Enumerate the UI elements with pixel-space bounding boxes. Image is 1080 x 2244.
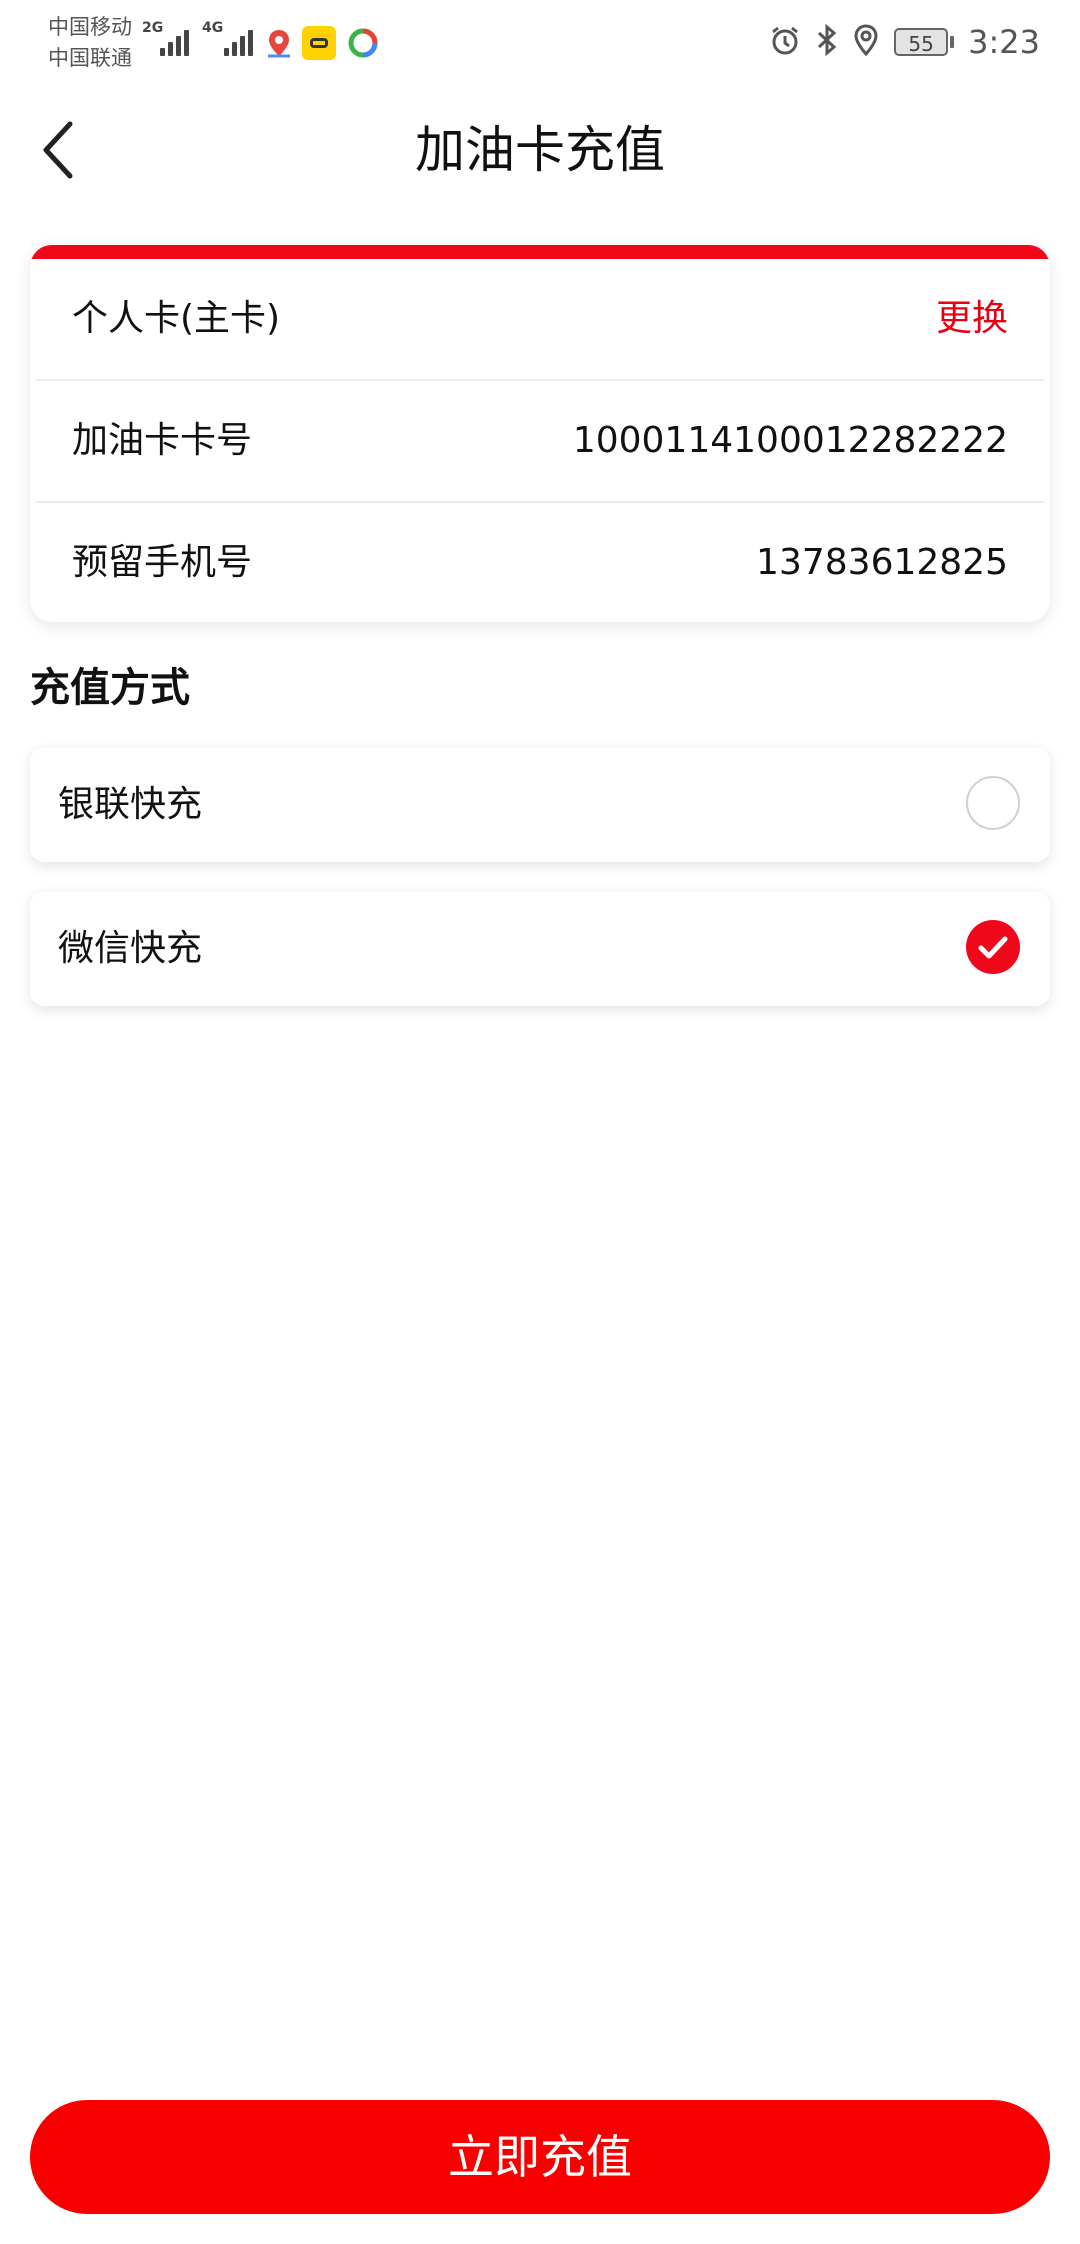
status-time: 3:23	[968, 23, 1040, 61]
recharge-method-title: 充值方式	[30, 665, 190, 711]
option-unionpay[interactable]: 银联快充	[30, 748, 1050, 862]
signal-icon-2: 4G	[202, 20, 262, 56]
battery-icon: 55	[894, 28, 955, 56]
location-icon	[852, 23, 880, 61]
nav-bar: 加油卡充值	[0, 100, 1080, 200]
browser-app-icon	[346, 26, 380, 60]
status-right: 55 3:23	[768, 20, 1040, 64]
carrier-1: 中国移动	[48, 15, 132, 39]
option-label: 银联快充	[58, 784, 203, 825]
page-title: 加油卡充值	[415, 121, 665, 179]
radio-unchecked-icon[interactable]	[966, 776, 1020, 830]
radio-checked-icon[interactable]	[966, 920, 1020, 974]
card-number-value: 1000114100012282222	[572, 420, 1008, 461]
alarm-icon	[768, 23, 802, 61]
carrier-names: 中国移动 中国联通	[48, 12, 132, 74]
card-type-row: 个人卡(主卡) 更换	[30, 259, 1050, 379]
phone-row: 预留手机号 13783612825	[30, 503, 1050, 622]
recharge-now-button[interactable]: 立即充值	[30, 2100, 1050, 2214]
signal-icon-1: 2G	[142, 20, 192, 56]
carrier-2: 中国联通	[48, 46, 132, 70]
phone-label: 预留手机号	[72, 542, 253, 583]
taxi-app-icon	[302, 26, 336, 60]
phone-value: 13783612825	[756, 542, 1008, 583]
bluetooth-icon	[816, 23, 838, 61]
change-card-button[interactable]: 更换	[936, 259, 1008, 379]
card-accent-bar	[30, 245, 1050, 259]
option-label: 微信快充	[58, 928, 203, 969]
option-wechat[interactable]: 微信快充	[30, 892, 1050, 1006]
fuel-card-info: 个人卡(主卡) 更换 加油卡卡号 1000114100012282222 预留手…	[30, 245, 1050, 622]
card-type-label: 个人卡(主卡)	[72, 298, 281, 339]
status-bar: 中国移动 中国联通 2G 4G 55 3:23	[0, 0, 1080, 86]
card-number-row: 加油卡卡号 1000114100012282222	[30, 381, 1050, 501]
card-number-label: 加油卡卡号	[72, 420, 253, 461]
maps-app-icon	[262, 26, 296, 60]
